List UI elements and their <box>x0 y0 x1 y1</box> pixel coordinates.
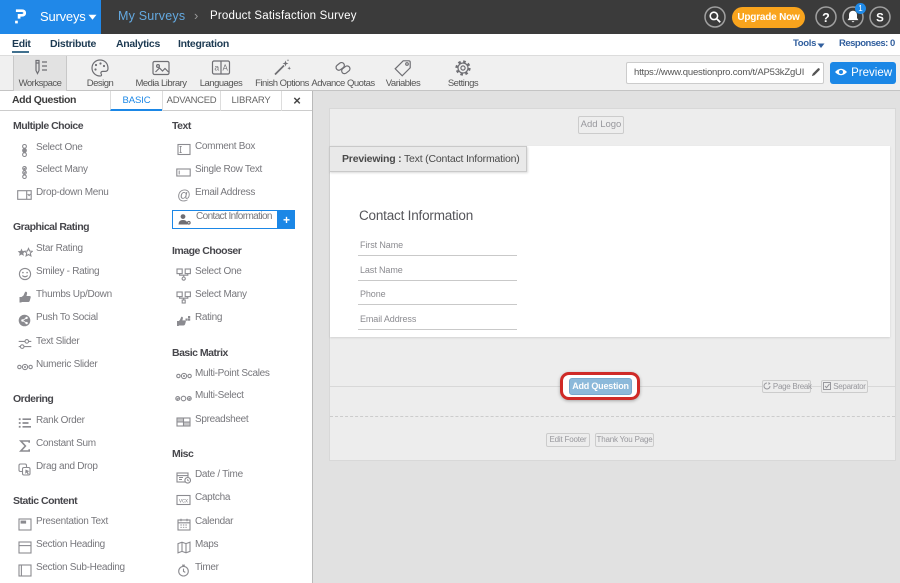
svg-text:vcx: vcx <box>179 498 188 504</box>
svg-text:a: a <box>214 63 219 73</box>
svg-text:@: @ <box>177 188 191 202</box>
svg-text:S: S <box>876 12 884 24</box>
svg-text:?: ? <box>822 11 830 25</box>
svg-text:A: A <box>223 64 229 73</box>
